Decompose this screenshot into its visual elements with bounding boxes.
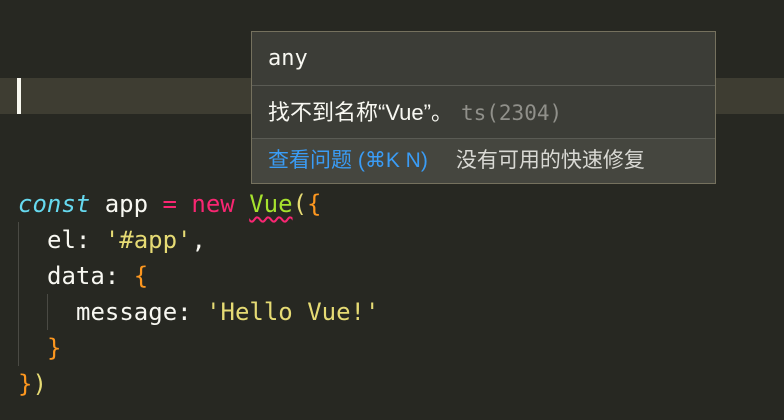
code-line-message: message: 'Hello Vue!'	[76, 294, 379, 330]
code-line-declaration: const app = new Vue({	[18, 186, 321, 222]
close-paren: )	[32, 370, 47, 398]
close-brace-data: }	[47, 334, 62, 362]
close-brace: }	[18, 370, 33, 398]
variable-app: app	[90, 190, 163, 218]
code-line-el: el: '#app',	[47, 222, 206, 258]
error-text: 找不到名称“Vue”。	[268, 100, 453, 125]
colon: :	[75, 226, 105, 254]
colon: :	[177, 298, 207, 326]
hover-error-message: 找不到名称“Vue”。 ts(2304)	[252, 86, 715, 139]
no-quick-fix-label: 没有可用的快速修复	[455, 149, 645, 172]
open-brace: {	[307, 190, 322, 218]
hover-actions-bar: 查看问题 (⌘K N) 没有可用的快速修复	[252, 139, 715, 183]
class-vue-error[interactable]: Vue	[249, 190, 292, 218]
property-el: el	[47, 226, 76, 254]
property-data: data	[47, 262, 105, 290]
comma: ,	[191, 226, 206, 254]
view-problem-link[interactable]: 查看问题 (⌘K N)	[268, 149, 428, 172]
error-code: ts(2304)	[460, 101, 563, 125]
keyword-const: const	[18, 190, 91, 218]
code-line-close: })	[18, 366, 47, 402]
colon: :	[104, 262, 134, 290]
string-app: '#app'	[104, 226, 192, 254]
hover-tooltip: any 找不到名称“Vue”。 ts(2304) 查看问题 (⌘K N) 没有可用的…	[251, 31, 716, 184]
indent-guide	[18, 222, 19, 366]
operator-equals: =	[162, 190, 177, 218]
code-editor[interactable]: const app = new Vue({ el: '#app', data: …	[0, 0, 784, 420]
indent-guide	[47, 294, 48, 330]
code-line-data: data: {	[47, 258, 148, 294]
string-hello-vue: 'Hello Vue!'	[206, 298, 380, 326]
hover-type-signature: any	[252, 32, 715, 86]
text-cursor	[17, 78, 21, 114]
keyword-new: new	[176, 190, 250, 218]
code-line-close-data: }	[47, 330, 61, 366]
property-message: message	[76, 298, 178, 326]
open-brace-data: {	[133, 262, 149, 290]
open-paren: (	[292, 190, 308, 218]
